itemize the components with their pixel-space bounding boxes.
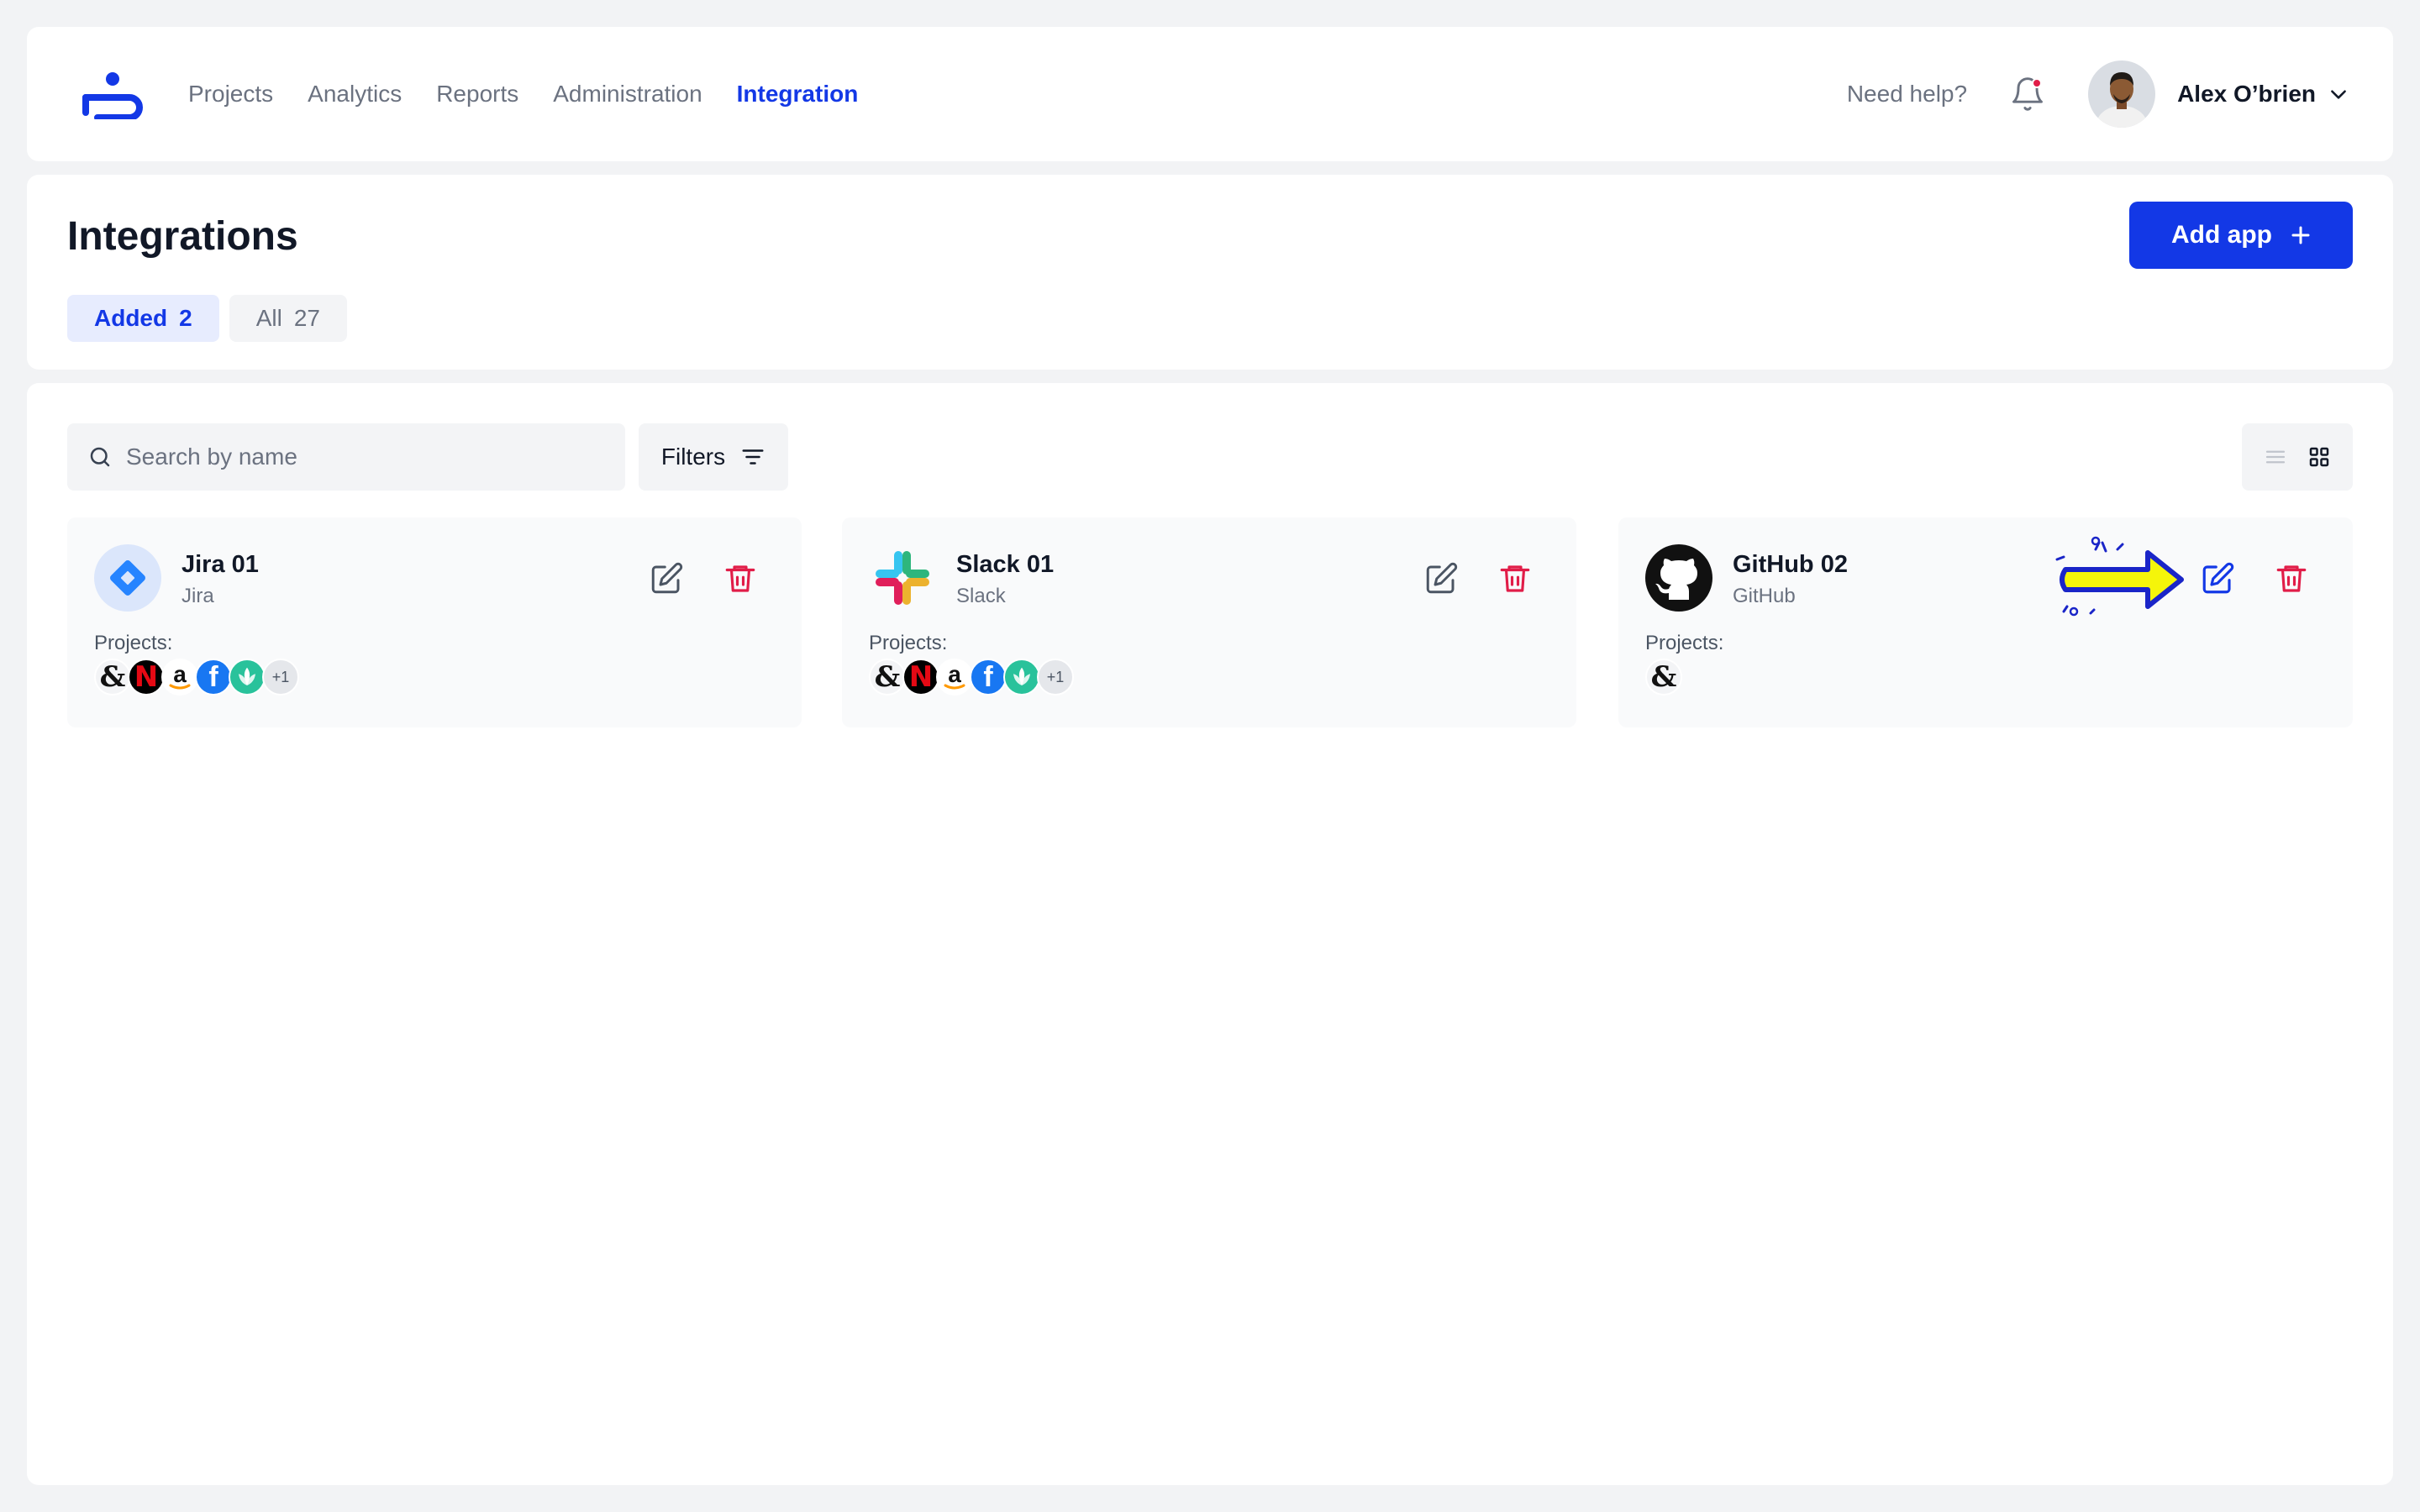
pointer-arrow-icon [2055, 536, 2184, 617]
slack-icon [876, 551, 929, 605]
add-app-label: Add app [2171, 221, 2272, 249]
github-icon [1645, 544, 1712, 612]
trash-icon[interactable] [723, 561, 758, 596]
top-navigation-bar: Projects Analytics Reports Administratio… [27, 27, 2393, 161]
projects-label: Projects: [869, 632, 948, 654]
leaf-icon [1013, 667, 1030, 685]
help-link[interactable]: Need help? [1847, 81, 1967, 108]
trash-icon[interactable] [2274, 561, 2309, 596]
project-avatar-netflix[interactable]: N [902, 659, 939, 696]
search-icon [90, 447, 110, 467]
page-title: Integrations [67, 214, 298, 259]
grid-view-icon[interactable] [2307, 444, 2332, 470]
page-header: Integrations Add app Added 2 All 27 [27, 175, 2393, 370]
integrations-content: Filters Jira 01 Jira Projects: [27, 383, 2393, 1485]
main-nav: Projects Analytics Reports Administratio… [188, 81, 892, 108]
nav-integration[interactable]: Integration [737, 81, 859, 108]
svg-text:a: a [173, 661, 187, 687]
more-projects-count[interactable]: +1 [1037, 659, 1074, 696]
view-toggle [2242, 423, 2353, 491]
app-name: GitHub 02 [1733, 551, 1848, 578]
project-avatar-amazon[interactable]: a [161, 659, 198, 696]
avatar-image [2088, 60, 2156, 128]
integration-card-github: GitHub 02 GitHub Projects: & [1618, 517, 2353, 727]
search-box [67, 423, 625, 491]
tab-added-label: Added [94, 305, 168, 331]
chevron-down-icon[interactable] [2328, 83, 2349, 105]
jira-icon [94, 544, 161, 612]
amazon-icon: a [944, 661, 965, 690]
search-input[interactable] [126, 444, 597, 470]
integration-card-jira: Jira 01 Jira Projects: & N a f +1 [67, 517, 802, 727]
nav-analytics[interactable]: Analytics [308, 81, 402, 108]
list-view-icon[interactable] [2263, 444, 2288, 470]
nav-projects[interactable]: Projects [188, 81, 273, 108]
tab-all-label: All [255, 305, 282, 331]
tab-added-count: 2 [179, 305, 192, 331]
user-name[interactable]: Alex O’brien [2177, 81, 2316, 108]
filter-tabs: Added 2 All 27 [67, 295, 357, 342]
add-app-button[interactable]: Add app [2129, 202, 2353, 269]
project-avatar-ampersand[interactable]: & [1645, 659, 1682, 696]
app-type: Jira [182, 585, 214, 607]
project-avatar-ampersand[interactable]: & [94, 659, 131, 696]
filters-button[interactable]: Filters [639, 423, 788, 491]
nav-administration[interactable]: Administration [553, 81, 702, 108]
amazon-icon: a [169, 661, 191, 690]
integration-card-slack: Slack 01 Slack Projects: & N a f +1 [842, 517, 1576, 727]
project-avatar-amazon[interactable]: a [936, 659, 973, 696]
app-name: Slack 01 [956, 551, 1055, 578]
filter-icon [742, 449, 764, 465]
svg-text:a: a [948, 661, 961, 687]
project-avatar-facebook[interactable]: f [970, 659, 1007, 696]
leaf-icon [239, 667, 255, 685]
project-avatar-leaf[interactable] [229, 659, 266, 696]
project-avatars: & N a f +1 [94, 659, 299, 696]
user-avatar[interactable] [2088, 60, 2156, 128]
nav-reports[interactable]: Reports [436, 81, 518, 108]
more-projects-count[interactable]: +1 [262, 659, 299, 696]
notifications-button[interactable] [2009, 76, 2046, 113]
brand-logo-icon[interactable] [81, 69, 145, 119]
project-avatars: & N a f +1 [869, 659, 1074, 696]
projects-label: Projects: [94, 632, 173, 654]
plus-icon [2291, 226, 2310, 244]
project-avatar-ampersand[interactable]: & [869, 659, 906, 696]
tab-all-count: 27 [293, 305, 320, 331]
project-avatar-netflix[interactable]: N [128, 659, 165, 696]
trash-icon[interactable] [1497, 561, 1533, 596]
projects-label: Projects: [1645, 632, 1724, 654]
app-type: GitHub [1733, 585, 1796, 607]
filters-label: Filters [660, 444, 726, 470]
app-name: Jira 01 [182, 551, 259, 578]
edit-icon[interactable] [2200, 561, 2235, 596]
tab-added[interactable]: Added 2 [67, 295, 219, 342]
project-avatar-leaf[interactable] [1003, 659, 1040, 696]
tab-all[interactable]: All 27 [229, 295, 347, 342]
app-type: Slack [956, 585, 1006, 607]
edit-icon[interactable] [1423, 561, 1459, 596]
edit-icon[interactable] [649, 561, 684, 596]
project-avatars: & [1645, 659, 1682, 696]
notification-badge [2032, 78, 2043, 88]
project-avatar-facebook[interactable]: f [195, 659, 232, 696]
